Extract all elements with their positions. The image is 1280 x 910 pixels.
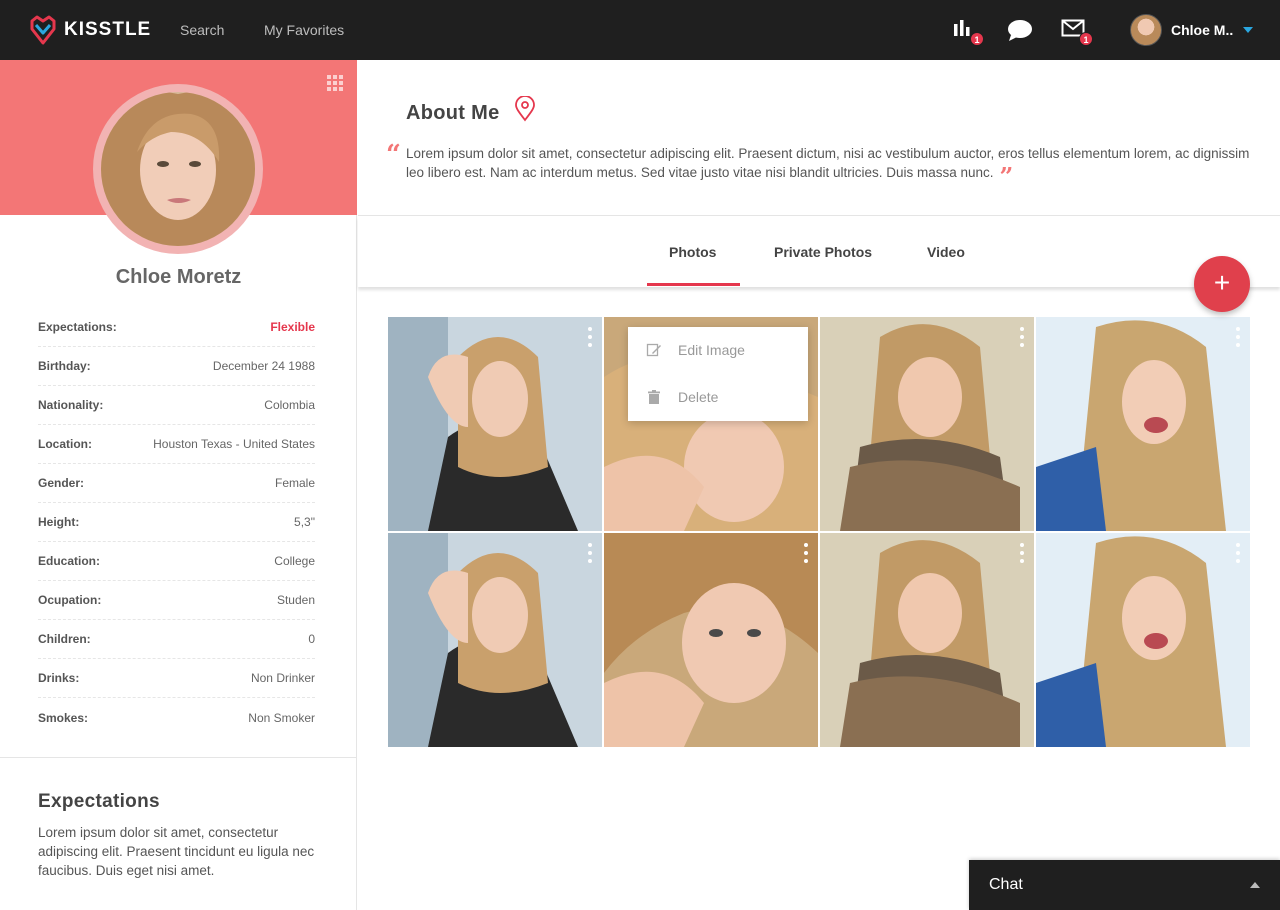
detail-value: Female (274, 476, 315, 490)
about-title: About Me (406, 102, 500, 124)
brand-name: KISSTLE (64, 19, 152, 40)
more-options-icon[interactable] (1019, 543, 1025, 563)
tab-video[interactable]: Video (927, 244, 965, 260)
detail-label: Height: (38, 515, 80, 529)
edit-image-label: Edit Image (678, 342, 745, 358)
photo-tile[interactable] (820, 317, 1034, 531)
detail-value: College (274, 554, 315, 568)
chat-bubble-icon (1008, 20, 1032, 41)
detail-row-drinks: Drinks: Non Drinker (38, 659, 315, 698)
active-tab-indicator (647, 283, 740, 286)
user-menu[interactable]: Chloe M.. (1130, 14, 1254, 46)
quote-open-icon: “ (386, 140, 401, 170)
photo-grid (388, 317, 1250, 747)
detail-label: Drinks: (38, 671, 80, 685)
profile-name: Chloe Moretz (115, 266, 242, 288)
about-body: Lorem ipsum dolor sit amet, consectetur … (406, 146, 1250, 180)
detail-row-location: Location: Houston Texas - United States (38, 425, 315, 464)
detail-value: 0 (308, 632, 315, 646)
bar-chart-icon (954, 20, 970, 36)
photo-tile[interactable] (1036, 533, 1250, 747)
chat-label: Chat (989, 876, 1023, 893)
detail-row-smokes: Smokes: Non Smoker (38, 698, 315, 737)
detail-label: Gender: (38, 476, 85, 490)
detail-label: Location: (38, 437, 92, 451)
media-tabs: Photos Private Photos Video (358, 216, 1280, 287)
chat-button[interactable] (1007, 18, 1033, 42)
edit-icon (646, 343, 661, 357)
detail-row-occupation: Ocupation: Studen (38, 581, 315, 620)
about-text: Lorem ipsum dolor sit amet, consectetur … (406, 144, 1256, 189)
photo-tile[interactable] (388, 317, 602, 531)
more-options-icon[interactable] (1019, 327, 1025, 347)
detail-label: Smokes: (38, 710, 89, 725)
expectations-text: Lorem ipsum dolor sit amet, consectetur … (38, 825, 315, 878)
detail-row-gender: Gender: Female (38, 464, 315, 503)
detail-label: Ocupation: (38, 593, 102, 607)
stats-button[interactable]: 1 (952, 18, 984, 46)
user-name: Chloe M.. (1171, 22, 1234, 38)
add-photo-button[interactable]: + (1194, 256, 1250, 312)
detail-value: 5,3" (294, 515, 315, 529)
nav-favorites-link[interactable]: My Favorites (264, 22, 344, 38)
photo-tile[interactable] (820, 533, 1034, 747)
delete-menu-item[interactable]: Delete (628, 374, 808, 420)
quote-close-icon: ” (999, 162, 1014, 191)
mail-button[interactable]: 1 (1061, 18, 1093, 46)
profile-sidebar: Chloe Moretz Expectations: Flexible Birt… (0, 60, 357, 910)
detail-row-expectations: Expectations: Flexible (38, 308, 315, 347)
more-options-icon[interactable] (1235, 543, 1241, 563)
profile-details-list: Expectations: Flexible Birthday: Decembe… (38, 308, 315, 737)
expectations-title: Expectations (38, 791, 160, 812)
tab-private-photos[interactable]: Private Photos (774, 244, 872, 260)
location-pin-icon (515, 96, 535, 122)
photo-tile[interactable] (388, 533, 602, 747)
more-options-icon[interactable] (587, 543, 593, 563)
chat-bar[interactable]: Chat (969, 860, 1280, 910)
detail-value: Houston Texas - United States (153, 437, 315, 451)
divider (0, 757, 357, 758)
user-avatar (1130, 14, 1162, 46)
brand-logo[interactable]: KISSTLE (30, 15, 151, 45)
detail-value: Non Smoker (248, 710, 315, 725)
chevron-down-icon (1243, 27, 1254, 33)
about-section: About Me “ Lorem ipsum dolor sit amet, c… (358, 60, 1280, 216)
detail-value: Flexible (270, 320, 315, 334)
detail-label: Education: (38, 554, 100, 568)
more-options-icon[interactable] (1235, 327, 1241, 347)
detail-value: December 24 1988 (212, 359, 315, 373)
detail-row-education: Education: College (38, 542, 315, 581)
photo-tile[interactable] (1036, 317, 1250, 531)
chevron-up-icon[interactable] (1250, 882, 1260, 888)
tab-photos[interactable]: Photos (669, 244, 716, 260)
more-options-icon[interactable] (803, 543, 809, 563)
detail-value: Colombia (264, 398, 315, 412)
photo-tile[interactable] (604, 533, 818, 747)
detail-row-height: Height: 5,3" (38, 503, 315, 542)
grid-icon[interactable] (327, 75, 343, 91)
photo-context-menu: Edit Image Delete (628, 327, 808, 421)
detail-row-children: Children: 0 (38, 620, 315, 659)
detail-label: Children: (38, 632, 91, 646)
detail-value: Non Drinker (250, 671, 315, 685)
stats-badge: 1 (970, 32, 984, 46)
detail-label: Birthday: (38, 359, 91, 373)
more-options-icon[interactable] (587, 327, 593, 347)
heart-diamond-logo-icon (30, 15, 56, 45)
profile-avatar (93, 84, 263, 254)
detail-row-nationality: Nationality: Colombia (38, 386, 315, 425)
detail-row-birthday: Birthday: December 24 1988 (38, 347, 315, 386)
delete-label: Delete (678, 389, 719, 405)
detail-label: Nationality: (38, 398, 104, 412)
nav-search-link[interactable]: Search (180, 22, 224, 38)
edit-image-menu-item[interactable]: Edit Image (628, 327, 808, 373)
detail-value: Studen (276, 593, 315, 607)
trash-icon (648, 390, 660, 404)
mail-badge: 1 (1079, 32, 1093, 46)
top-navbar: KISSTLE Search My Favorites 1 1 Chloe M.… (0, 0, 1280, 60)
detail-label: Expectations: (38, 320, 117, 334)
